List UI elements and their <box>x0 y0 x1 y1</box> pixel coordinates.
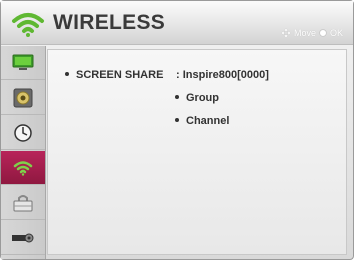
settings-sidebar <box>1 46 46 259</box>
channel-item[interactable]: Channel <box>175 115 229 127</box>
clock-icon <box>14 123 32 142</box>
page-title: WIRELESS <box>53 11 166 34</box>
screen-share-label: SCREEN SHARE <box>76 69 164 81</box>
option-icon <box>12 233 34 242</box>
move-hint-label: Move <box>293 28 316 38</box>
screen-share-value: : Inspire800[0000] <box>176 69 269 81</box>
screen-share-item[interactable]: SCREEN SHARE <box>65 69 163 81</box>
group-label: Group <box>186 92 219 104</box>
bullet <box>175 118 179 123</box>
sidebar-item-wireless[interactable] <box>1 151 45 185</box>
ok-button-icon <box>318 29 327 37</box>
sidebar-item-audio[interactable] <box>1 81 45 115</box>
sidebar-item-lock[interactable] <box>1 186 45 220</box>
ok-hint-label: OK <box>329 28 343 38</box>
group-item[interactable]: Group <box>175 92 219 104</box>
wireless-content-panel: SCREEN SHARE : Inspire800[0000] Group Ch… <box>47 49 347 255</box>
wifi-icon <box>13 160 33 176</box>
wifi-icon <box>12 13 44 37</box>
lock-icon <box>13 194 33 211</box>
sidebar-item-picture[interactable] <box>1 46 45 80</box>
speaker-icon <box>13 88 33 107</box>
key-hints: Move OK <box>280 28 343 38</box>
move-arrows-icon <box>280 28 291 38</box>
header-bar: WIRELESS Move OK <box>1 1 353 45</box>
bullet <box>175 95 179 100</box>
channel-label: Channel <box>186 115 230 127</box>
tv-picture-icon <box>12 54 34 70</box>
sidebar-item-option[interactable] <box>1 221 45 255</box>
sidebar-item-time[interactable] <box>1 116 45 150</box>
wireless-settings-window: WIRELESS Move OK SCREEN SHARE: Inspire8… <box>0 0 354 260</box>
bullet <box>65 72 69 77</box>
